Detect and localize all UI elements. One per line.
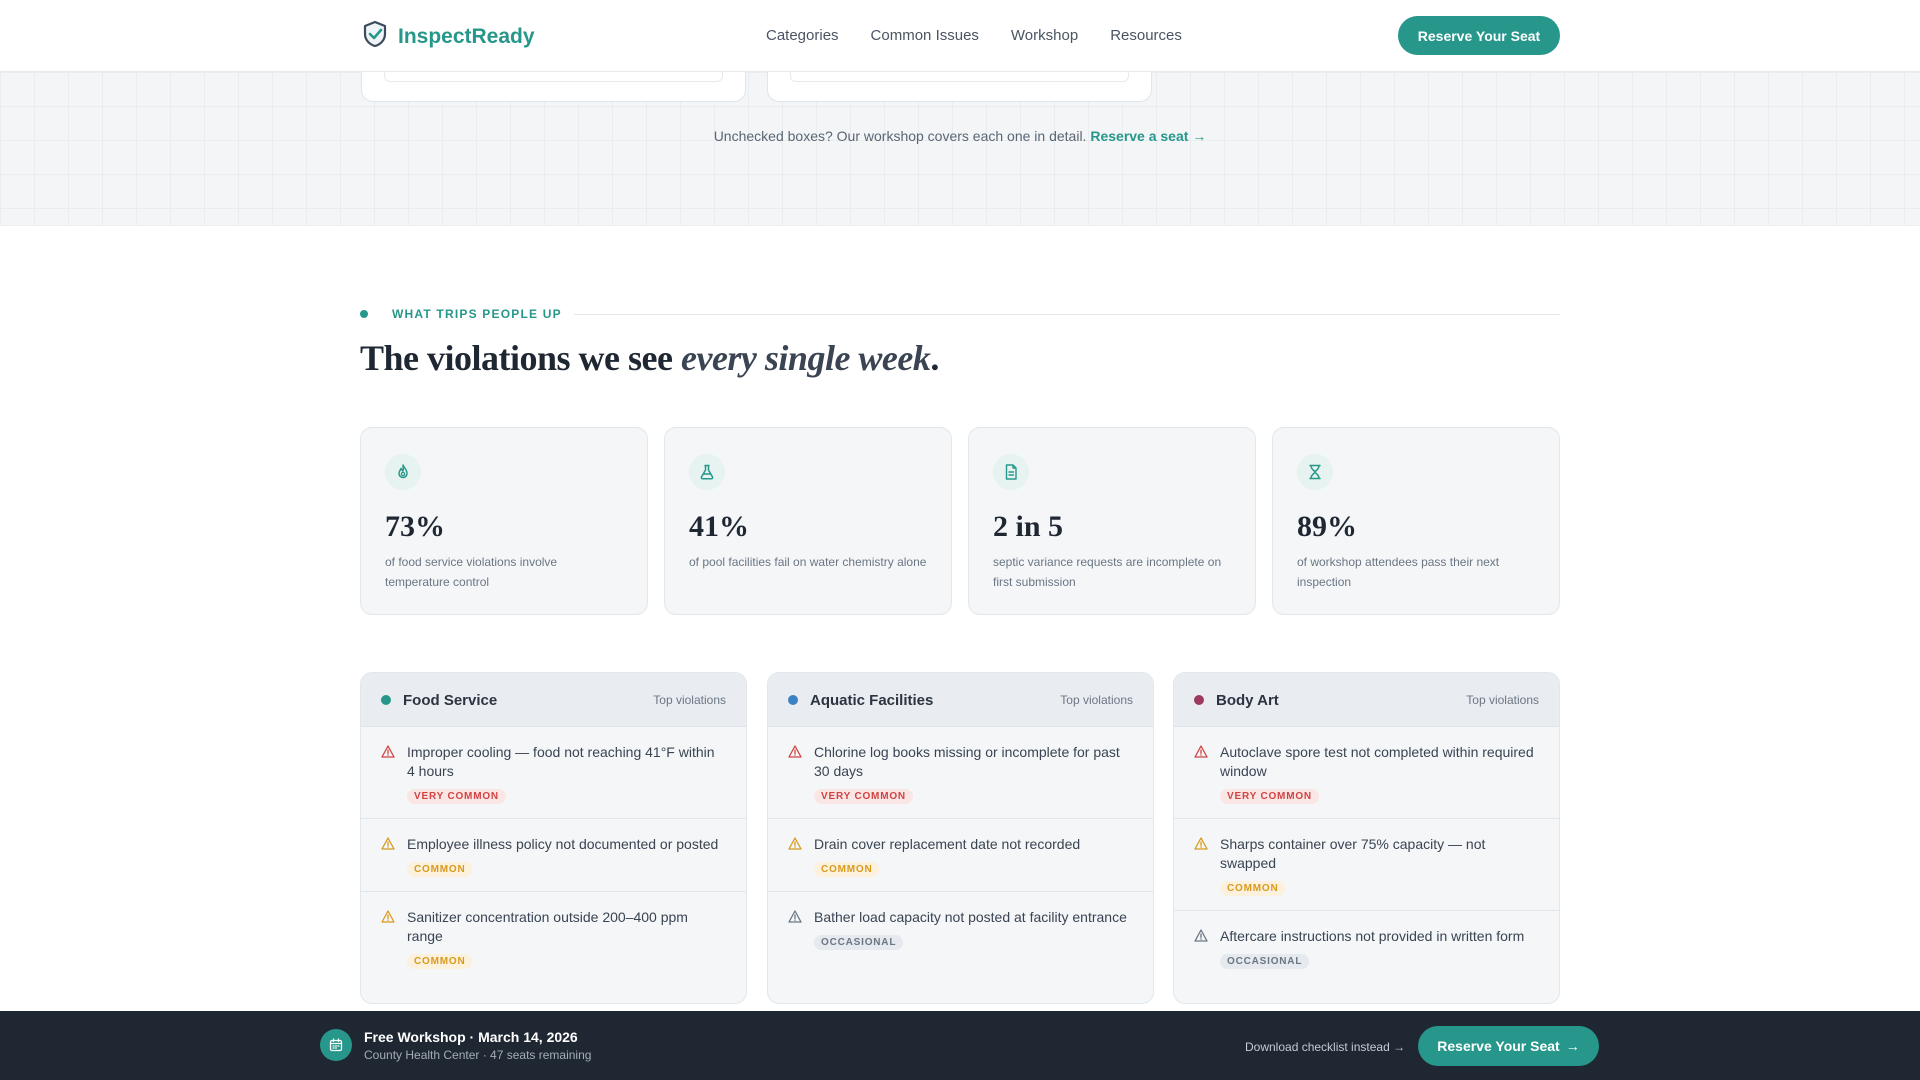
workshop-prompt: Unchecked boxes? Our workshop covers eac… [0,128,1920,144]
workshop-subtitle: County Health Center · 47 seats remainin… [364,1048,592,1062]
frequency-badge: COMMON [1220,881,1286,896]
violation-item: Autoclave spore test not completed withi… [1174,727,1559,819]
calendar-icon [320,1029,352,1061]
brand-name: InspectReady [398,24,535,48]
section-headline: The violations we see every single week. [360,338,939,378]
shield-check-icon [362,20,388,53]
stat-value: 41% [689,510,749,543]
stat-card: 2 in 5 septic variance requests are inco… [968,427,1256,615]
checklist-card-partial [361,72,746,102]
warning-icon [1194,929,1208,947]
violation-item: Improper cooling — food not reaching 41°… [361,727,746,819]
warning-icon [381,837,395,855]
warning-icon [381,910,395,928]
warning-icon [1194,745,1208,763]
violation-text: Employee illness policy not documented o… [407,836,719,852]
stat-value: 73% [385,510,445,543]
reserve-seat-link[interactable]: Reserve a seat → [1090,128,1206,144]
violation-item: Bather load capacity not posted at facil… [768,892,1153,964]
category-card-body-art: Body Art Top violations Autoclave spore … [1173,672,1560,1004]
stat-description: of pool facilities fail on water chemist… [689,555,927,569]
nav-common-issues[interactable]: Common Issues [871,27,979,44]
category-name: Body Art [1216,692,1279,709]
flame-icon [385,454,421,490]
reserve-seat-button[interactable]: Reserve Your Seat [1398,16,1560,55]
frequency-badge: COMMON [407,862,473,877]
document-icon [993,454,1029,490]
category-dot [381,695,391,705]
frequency-badge: COMMON [814,862,880,877]
stat-description: of food service violations involve tempe… [385,555,558,589]
frequency-badge: VERY COMMON [407,789,506,804]
flask-icon [689,454,725,490]
frequency-badge: COMMON [407,954,473,969]
download-checklist-link[interactable]: Download checklist instead → [1245,1040,1405,1054]
frequency-badge: VERY COMMON [1220,789,1319,804]
category-dot [1194,695,1204,705]
button-label: Reserve Your Seat [1437,1038,1560,1054]
violation-text: Chlorine log books missing or incomplete… [814,744,1120,779]
category-card-food-service: Food Service Top violations Improper coo… [360,672,747,1004]
violation-item: Chlorine log books missing or incomplete… [768,727,1153,819]
stat-description: septic variance requests are incomplete … [993,555,1222,589]
violation-text: Sharps container over 75% capacity — not… [1220,836,1486,871]
violation-item: Drain cover replacement date not recorde… [768,819,1153,892]
warning-icon [788,910,802,928]
violation-text: Sanitizer concentration outside 200–400 … [407,909,688,944]
category-header: Aquatic Facilities Top violations [768,673,1153,727]
warning-icon [381,745,395,763]
eyebrow-label: WHAT TRIPS PEOPLE UP [392,307,562,321]
section-eyebrow: WHAT TRIPS PEOPLE UP [360,306,1560,322]
category-header: Body Art Top violations [1174,673,1559,727]
checklist-card-partial [767,72,1152,102]
top-violations-label: Top violations [1466,693,1539,707]
stat-value: 2 in 5 [993,510,1064,543]
workshop-title: Free Workshop · March 14, 2026 [364,1029,578,1045]
site-header: InspectReady Categories Common Issues Wo… [0,0,1920,72]
stat-card: 73% of food service violations involve t… [360,427,648,615]
frequency-badge: VERY COMMON [814,789,913,804]
category-header: Food Service Top violations [361,673,746,727]
warning-icon [1194,837,1208,855]
warning-icon [788,745,802,763]
violation-text: Aftercare instructions not provided in w… [1220,928,1525,944]
nav-workshop[interactable]: Workshop [1011,27,1078,44]
stat-description: of workshop attendees pass their next in… [1297,555,1500,589]
top-violations-label: Top violations [1060,693,1133,707]
category-card-aquatic-facilities: Aquatic Facilities Top violations Chlori… [767,672,1154,1004]
warning-icon [788,837,802,855]
frequency-badge: OCCASIONAL [814,935,904,950]
nav-resources[interactable]: Resources [1110,27,1182,44]
violation-item: Aftercare instructions not provided in w… [1174,911,1559,983]
stat-card: 89% of workshop attendees pass their nex… [1272,427,1560,615]
nav-categories[interactable]: Categories [766,27,839,44]
violation-text: Autoclave spore test not completed withi… [1220,744,1534,779]
category-dot [788,695,798,705]
workshop-prompt-text: Unchecked boxes? Our workshop covers eac… [713,128,1087,144]
stat-card: 41% of pool facilities fail on water che… [664,427,952,615]
violation-item: Employee illness policy not documented o… [361,819,746,892]
violation-text: Improper cooling — food not reaching 41°… [407,744,715,779]
arrow-right-icon: → [1565,1038,1580,1054]
violation-item: Sharps container over 75% capacity — not… [1174,819,1559,911]
eyebrow-dot [360,310,368,318]
stat-value: 89% [1297,510,1357,543]
category-name: Aquatic Facilities [810,692,934,709]
violation-text: Drain cover replacement date not recorde… [814,836,1081,852]
sticky-workshop-bar: Free Workshop · March 14, 2026 County He… [0,1011,1920,1080]
eyebrow-divider [574,314,1560,315]
frequency-badge: OCCASIONAL [1220,954,1310,969]
hourglass-icon [1297,454,1333,490]
sticky-reserve-seat-button[interactable]: Reserve Your Seat → [1418,1026,1599,1066]
main-nav: Categories Common Issues Workshop Resour… [766,27,1182,44]
top-violations-label: Top violations [653,693,726,707]
violation-item: Sanitizer concentration outside 200–400 … [361,892,746,983]
violation-text: Bather load capacity not posted at facil… [814,909,1127,925]
category-name: Food Service [403,692,498,709]
brand-logo[interactable]: InspectReady [362,20,535,53]
